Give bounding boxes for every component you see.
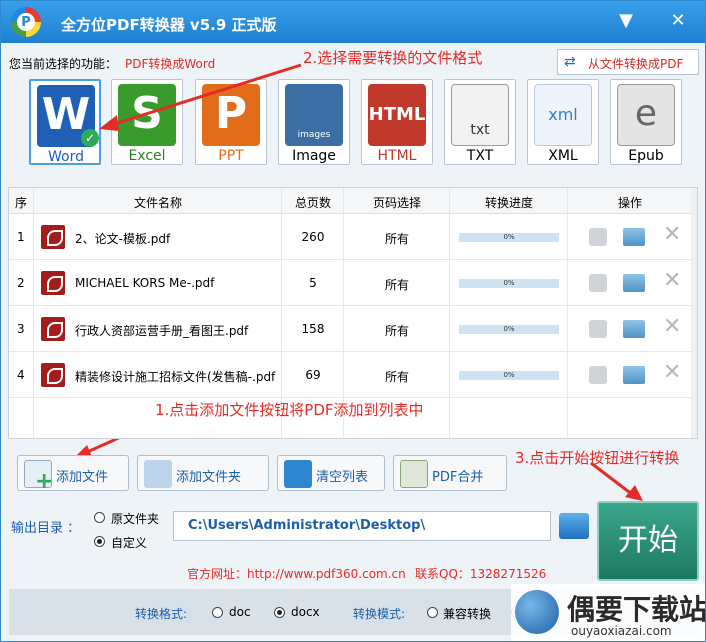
delete-icon[interactable]: ✕ <box>663 268 681 293</box>
start-button[interactable]: 开始 <box>597 501 699 581</box>
step3-annotation: 3.点击开始按钮进行转换 <box>515 449 680 467</box>
row-index: 1 <box>17 230 25 244</box>
qq-text: 联系QQ：1328271526 <box>415 567 547 581</box>
view-icon[interactable] <box>589 228 607 246</box>
table-row[interactable]: 1 2、论文-模板.pdf 260 所有 0% ✕ <box>9 214 691 260</box>
row-filename: 行政人资部运营手册_看图王.pdf <box>75 324 249 338</box>
merge-icon <box>400 460 428 488</box>
watermark-logo-icon <box>515 590 559 634</box>
add-file-icon: + <box>24 460 53 494</box>
row-progress-bar: 0% <box>459 233 559 242</box>
app-window: P 全方位PDF转换器 v5.9 正式版 ▼ ✕ 您当前选择的功能： PDF转换… <box>0 0 706 642</box>
view-icon[interactable] <box>589 274 607 292</box>
docx-radio[interactable] <box>274 607 285 618</box>
custom-folder-radio[interactable] <box>94 536 105 547</box>
compat-mode-label: 兼容转换 <box>443 607 492 621</box>
clear-list-label: 清空列表 <box>316 470 369 485</box>
add-folder-icon <box>144 460 172 488</box>
compat-mode-radio[interactable] <box>427 607 438 618</box>
website-text: 官方网址：http://www.pdf360.com.cn <box>187 567 406 581</box>
pdf-merge-button[interactable]: PDF合并 <box>393 455 507 491</box>
table-row[interactable]: 2 MICHAEL KORS Me-.pdf 5 所有 0% ✕ <box>9 260 691 306</box>
add-file-button[interactable]: + 添加文件 <box>17 455 129 494</box>
row-pages: 69 <box>305 368 321 382</box>
delete-icon[interactable]: ✕ <box>663 314 681 339</box>
row-filename: 2、论文-模板.pdf <box>75 232 171 246</box>
trash-icon <box>284 460 312 488</box>
table-scrollbar[interactable] <box>691 188 697 438</box>
add-folder-label: 添加文件夹 <box>176 470 242 485</box>
row-filename: MICHAEL KORS Me-.pdf <box>75 276 215 290</box>
pdf-file-icon <box>41 363 65 387</box>
watermark-url: ouyaoxiazai.com <box>571 624 672 638</box>
row-range[interactable]: 所有 <box>345 230 449 247</box>
header-pages: 总页数 <box>294 196 331 210</box>
pdf-file-icon <box>41 317 65 341</box>
doc-radio[interactable] <box>212 607 223 618</box>
watermark: 偶要下载站 ouyaoxiazai.com <box>511 584 705 641</box>
output-path-input[interactable]: C:\Users\Administrator\Desktop\ <box>173 511 551 541</box>
original-folder-radio[interactable] <box>94 512 105 523</box>
row-pages: 158 <box>301 322 325 336</box>
pdf-file-icon <box>41 225 65 249</box>
clear-list-button[interactable]: 清空列表 <box>277 455 385 491</box>
format-option-label: 转换格式: <box>135 607 188 621</box>
row-progress-bar: 0% <box>459 371 559 380</box>
view-icon[interactable] <box>589 366 607 384</box>
folder-icon[interactable] <box>623 366 645 384</box>
pdf-merge-label: PDF合并 <box>432 470 484 485</box>
step1-annotation: 1.点击添加文件按钮将PDF添加到列表中 <box>155 401 424 419</box>
row-progress-bar: 0% <box>459 279 559 288</box>
row-index: 2 <box>17 276 25 290</box>
delete-icon[interactable]: ✕ <box>663 360 681 385</box>
folder-icon[interactable] <box>623 274 645 292</box>
table-row[interactable]: 3 行政人资部运营手册_看图王.pdf 158 所有 0% ✕ <box>9 306 691 352</box>
add-file-label: 添加文件 <box>56 470 109 485</box>
output-dir-label: 输出目录 ： <box>11 521 81 536</box>
folder-icon[interactable] <box>623 228 645 246</box>
header-actions: 操作 <box>617 196 642 210</box>
header-range: 页码选择 <box>372 196 421 210</box>
row-index: 4 <box>17 368 25 382</box>
delete-icon[interactable]: ✕ <box>663 222 681 247</box>
folder-icon[interactable] <box>623 320 645 338</box>
row-range[interactable]: 所有 <box>345 368 449 385</box>
row-progress-bar: 0% <box>459 325 559 334</box>
pdf-file-icon <box>41 271 65 295</box>
add-folder-button[interactable]: 添加文件夹 <box>137 455 269 491</box>
header-progress: 转换进度 <box>484 196 533 210</box>
row-pages: 260 <box>301 230 325 244</box>
original-folder-label: 原文件夹 <box>111 512 160 526</box>
table-header: 序 文件名称 总页数 页码选择 转换进度 操作 <box>9 188 691 214</box>
row-range[interactable]: 所有 <box>345 322 449 339</box>
browse-folder-icon[interactable] <box>559 513 589 539</box>
header-filename: 文件名称 <box>133 196 182 210</box>
table-row[interactable]: 4 精装修设计施工招标文件(发售稿-.pdf 69 所有 0% ✕ <box>9 352 691 398</box>
row-index: 3 <box>17 322 25 336</box>
row-range[interactable]: 所有 <box>345 276 449 293</box>
doc-label: doc <box>229 605 251 619</box>
mode-option-label: 转换模式: <box>353 607 406 621</box>
custom-folder-label: 自定义 <box>111 536 148 550</box>
header-index: 序 <box>14 196 27 210</box>
view-icon[interactable] <box>589 320 607 338</box>
row-pages: 5 <box>309 276 317 290</box>
row-filename: 精装修设计施工招标文件(发售稿-.pdf <box>75 370 276 384</box>
docx-label: docx <box>291 605 320 619</box>
watermark-title: 偶要下载站 <box>567 593 706 626</box>
